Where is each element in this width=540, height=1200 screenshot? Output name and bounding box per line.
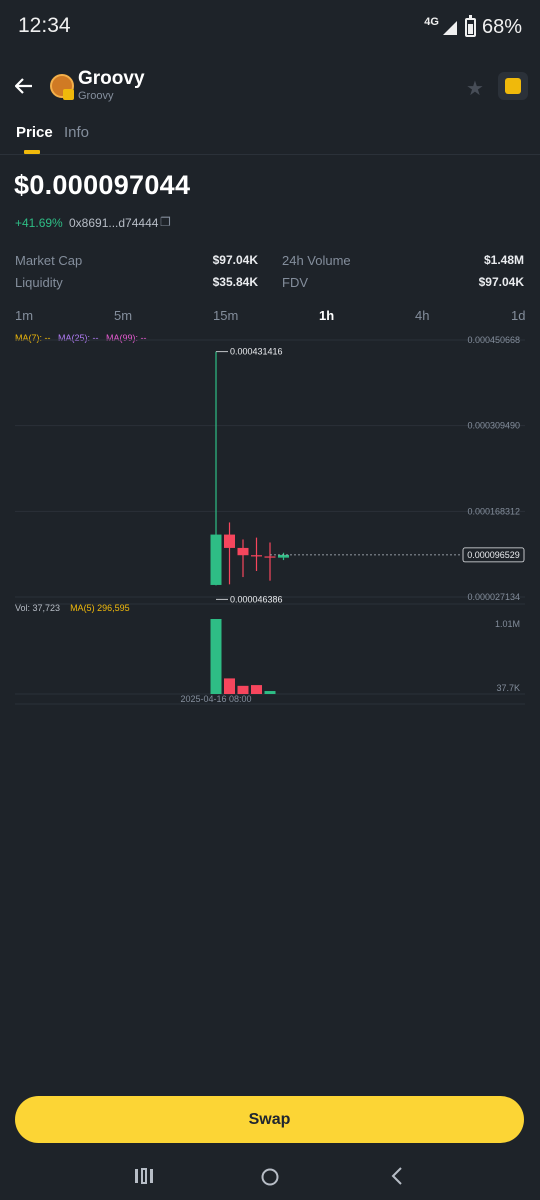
token-subtitle: Groovy [78,90,114,102]
volume-legend: Vol: 37,723 MA(5) 296,595 [15,603,130,613]
star-icon[interactable]: ★ [466,76,484,101]
volume-bar [251,685,262,694]
status-time: 12:34 [18,14,71,37]
status-right: 4G 68% [424,15,522,39]
candle-body [278,554,289,558]
back-icon[interactable] [390,1167,404,1185]
battery-fill [467,23,473,34]
volume-bar [210,619,222,694]
interval-5m[interactable]: 5m [114,308,132,323]
battery-icon [464,15,476,37]
price-chart[interactable]: 0.000450668 0.000309490 0.000168312 0.00002… [0,330,540,710]
network-type: 4G [424,15,439,28]
candle-body [210,534,222,585]
y-tick-label: 0.000168312 [467,506,520,516]
back-button[interactable] [10,72,38,100]
interval-selector: 1m 5m 15m 1h 4h 1d [0,308,540,326]
volume-bar [237,685,249,694]
arrow-left-icon [15,78,32,94]
volume-label: 24h Volume [282,253,351,268]
token-price: $0.000097044 [14,170,191,200]
battery-percent: 68% [481,16,522,38]
volume-tick-label: 37.7K [496,683,520,693]
interval-15m[interactable]: 15m [213,308,238,323]
fdv-label: FDV [282,275,308,290]
home-icon[interactable] [260,1167,280,1187]
tab-info[interactable]: Info [64,124,89,141]
volume-value: $1.48M [483,253,524,267]
liquidity-value: $35.84K [212,275,258,289]
candle-body [264,556,276,558]
copy-icon[interactable]: ❐ [160,215,171,229]
volume-ma5: MA(5) 296,595 [70,603,130,613]
signal-icon [442,20,457,35]
low-label: 0.000046386 [230,594,283,604]
y-tick-label: 0.000450668 [467,335,520,345]
interval-4h[interactable]: 4h [415,308,429,323]
tabs-divider [0,154,540,155]
bnb-chain-icon [505,78,521,94]
interval-1d[interactable]: 1d [511,308,525,323]
market-cap-value: $97.04K [212,253,258,267]
token-name: Groovy [78,68,145,89]
chain-badge-icon [63,89,74,100]
tab-price[interactable]: Price [16,124,53,141]
current-price-label: 0.000096529 [467,550,520,560]
fdv-value: $97.04K [478,275,524,289]
candle-body [224,534,235,548]
y-tick-label: 0.000309490 [467,421,520,431]
recents-icon[interactable] [134,1168,154,1184]
candle-body [251,555,262,557]
high-label: 0.000431416 [230,347,283,357]
volume-bar [224,678,235,694]
system-nav-bar [0,1150,540,1200]
chain-button[interactable] [498,72,528,100]
swap-button[interactable]: Swap [15,1096,524,1143]
x-tick-label: 2025-04-16 08:00 [180,694,251,704]
liquidity-label: Liquidity [15,275,63,290]
price-change: +41.69% [15,216,63,230]
y-tick-label: 0.000027134 [467,592,520,602]
market-cap-label: Market Cap [15,253,83,268]
volume-tick-label: 1.01M [495,619,520,629]
candle-body [237,547,249,556]
contract-address[interactable]: 0x8691...d74444 [69,216,158,230]
interval-1h[interactable]: 1h [319,308,334,323]
volume-current: Vol: 37,723 [15,603,61,613]
interval-1m[interactable]: 1m [15,308,33,323]
volume-bar [264,691,276,694]
